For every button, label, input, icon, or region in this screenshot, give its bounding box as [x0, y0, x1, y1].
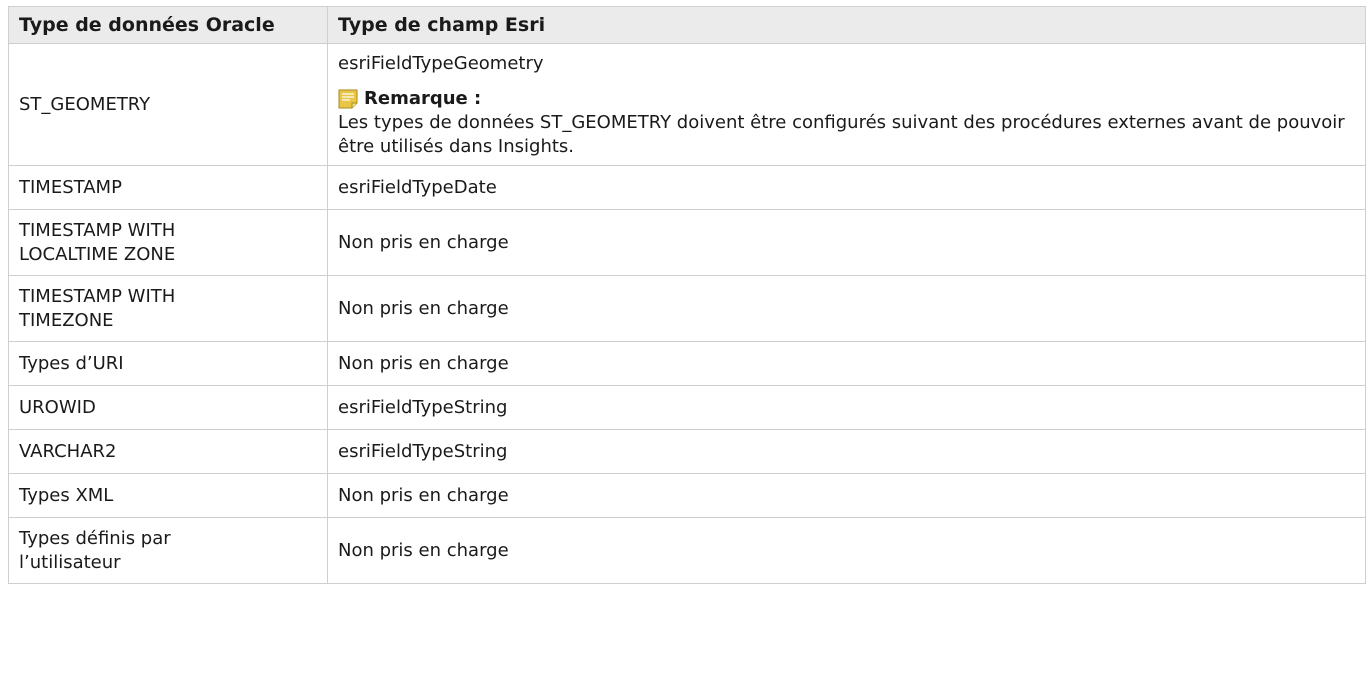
esri-type-cell: esriFieldTypeString — [327, 385, 1366, 430]
esri-type-cell: esriFieldTypeString — [327, 429, 1366, 474]
oracle-type-cell: Types XML — [8, 473, 328, 518]
esri-type-cell: esriFieldTypeGeometry Remarque : Les typ… — [327, 43, 1366, 166]
table-row: Types définis par l’utilisateur Non pris… — [8, 517, 1366, 584]
oracle-type-cell: TIMESTAMP — [8, 165, 328, 210]
oracle-type-cell: TIMESTAMP WITH TIMEZONE — [8, 275, 328, 342]
esri-type-cell: Non pris en charge — [327, 275, 1366, 342]
note-icon — [338, 89, 358, 109]
oracle-type-cell: VARCHAR2 — [8, 429, 328, 474]
table-header-row: Type de données Oracle Type de champ Esr… — [8, 6, 1366, 44]
note-text: Les types de données ST_GEOMETRY doivent… — [338, 112, 1345, 157]
table-row: TIMESTAMP WITH TIMEZONE Non pris en char… — [8, 275, 1366, 342]
table-row: Types XML Non pris en charge — [8, 473, 1366, 518]
table-row: TIMESTAMP esriFieldTypeDate — [8, 165, 1366, 210]
esri-type-cell: esriFieldTypeDate — [327, 165, 1366, 210]
esri-type-cell: Non pris en charge — [327, 209, 1366, 276]
oracle-type-cell: UROWID — [8, 385, 328, 430]
column-header-esri-field-type: Type de champ Esri — [327, 6, 1366, 44]
data-type-table: Type de données Oracle Type de champ Esr… — [8, 6, 1366, 584]
note-heading: Remarque : — [338, 87, 1365, 111]
column-header-oracle-type: Type de données Oracle — [8, 6, 328, 44]
esri-type-cell: Non pris en charge — [327, 341, 1366, 386]
esri-type-cell: Non pris en charge — [327, 517, 1366, 584]
table-row: Types d’URI Non pris en charge — [8, 341, 1366, 386]
note-title: Remarque : — [364, 88, 482, 109]
table-row: ST_GEOMETRY esriFieldTypeGeometry Remarq… — [8, 43, 1366, 166]
oracle-type-cell: ST_GEOMETRY — [8, 43, 328, 166]
table-row: UROWID esriFieldTypeString — [8, 385, 1366, 430]
oracle-type-cell: TIMESTAMP WITH LOCALTIME ZONE — [8, 209, 328, 276]
oracle-type-cell: Types d’URI — [8, 341, 328, 386]
oracle-type-cell: Types définis par l’utilisateur — [8, 517, 328, 584]
esri-type-cell: Non pris en charge — [327, 473, 1366, 518]
table-row: TIMESTAMP WITH LOCALTIME ZONE Non pris e… — [8, 209, 1366, 276]
table-row: VARCHAR2 esriFieldTypeString — [8, 429, 1366, 474]
esri-type-value: esriFieldTypeGeometry — [338, 53, 544, 74]
